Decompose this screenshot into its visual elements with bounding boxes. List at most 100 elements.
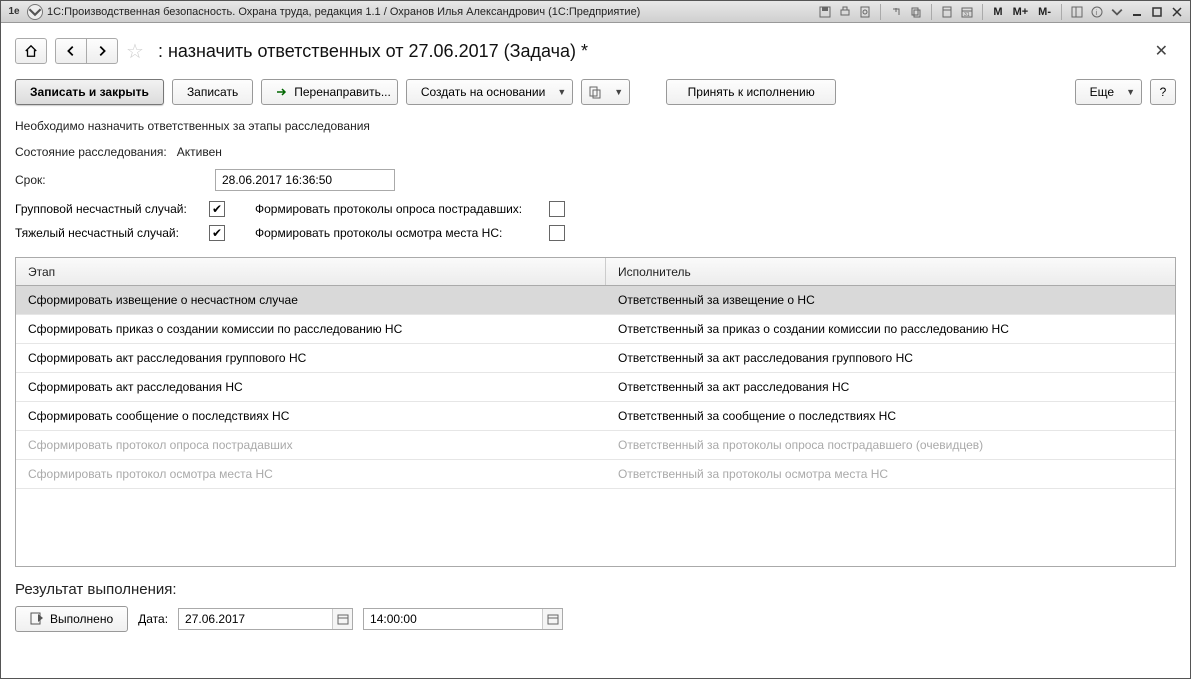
window-close-button[interactable]	[1168, 4, 1186, 20]
stages-table: Этап Исполнитель Сформировать извещение …	[15, 257, 1176, 567]
create-based-on-button[interactable]: Создать на основании ▼	[406, 79, 573, 105]
result-label: Результат выполнения:	[15, 581, 1176, 598]
save-and-close-button[interactable]: Записать и закрыть	[15, 79, 164, 105]
favorite-star-icon[interactable]: ☆	[126, 39, 144, 64]
print-icon[interactable]	[836, 4, 854, 20]
cell-stage: Сформировать сообщение о последствиях НС	[16, 409, 606, 423]
group-accident-checkbox[interactable]	[209, 201, 225, 217]
cell-stage: Сформировать акт расследования групповог…	[16, 351, 606, 365]
calculator-icon[interactable]	[938, 4, 956, 20]
form-vict-protocols-checkbox[interactable]	[549, 201, 565, 217]
deadline-row: Срок:	[15, 169, 1176, 191]
more-button[interactable]: Еще ▼	[1075, 79, 1142, 105]
memory-mplus-button[interactable]: M+	[1013, 6, 1029, 18]
calendar-icon[interactable]: 31	[958, 4, 976, 20]
done-label: Выполнено	[50, 612, 113, 626]
table-row[interactable]: Сформировать извещение о несчастном случ…	[16, 286, 1175, 315]
cell-exec: Ответственный за протоколы осмотра места…	[606, 467, 1175, 481]
options-dropdown-icon[interactable]	[1108, 4, 1126, 20]
done-button[interactable]: Выполнено	[15, 606, 128, 632]
header-row: ☆ : назначить ответственных от 27.06.201…	[15, 37, 1176, 65]
save-icon[interactable]	[816, 4, 834, 20]
minimize-button[interactable]	[1128, 4, 1146, 20]
time-input[interactable]	[363, 608, 563, 630]
system-menu-dropdown[interactable]	[27, 4, 43, 20]
table-row[interactable]: Сформировать приказ о создании комиссии …	[16, 315, 1175, 344]
deadline-input[interactable]	[215, 169, 395, 191]
checks-row-1: Групповой несчастный случай: Формировать…	[15, 201, 1176, 217]
cell-stage: Сформировать протокол осмотра места НС	[16, 467, 606, 481]
separator	[1061, 4, 1062, 20]
chevron-down-icon: ▼	[614, 87, 623, 97]
cell-exec: Ответственный за акт расследования НС	[606, 380, 1175, 394]
app-logo-icon: 1e	[5, 4, 23, 20]
help-button[interactable]: ?	[1150, 79, 1176, 105]
cell-stage: Сформировать протокол опроса пострадавши…	[16, 438, 606, 452]
app-window: 1e 1С:Производственная безопасность. Охр…	[0, 0, 1191, 679]
close-form-button[interactable]: ✕	[1147, 37, 1176, 65]
date-label: Дата:	[138, 612, 168, 626]
form-vict-protocols-label: Формировать протоколы опроса пострадавши…	[255, 202, 522, 216]
page-title: : назначить ответственных от 27.06.2017 …	[158, 41, 588, 62]
table-row[interactable]: Сформировать протокол опроса пострадавши…	[16, 431, 1175, 460]
link-icon[interactable]	[887, 4, 905, 20]
accept-button[interactable]: Принять к исполнению	[666, 79, 836, 105]
th-exec[interactable]: Исполнитель	[606, 258, 1175, 285]
content-area: ☆ : назначить ответственных от 27.06.201…	[1, 23, 1190, 678]
severe-accident-checkbox[interactable]	[209, 225, 225, 241]
checks-row-2: Тяжелый несчастный случай: Формировать п…	[15, 225, 1176, 241]
separator	[931, 4, 932, 20]
redirect-button[interactable]: Перенаправить...	[261, 79, 398, 105]
cell-exec: Ответственный за извещение о НС	[606, 293, 1175, 307]
memory-mminus-button[interactable]: M-	[1038, 6, 1051, 18]
form-site-protocols-label: Формировать протоколы осмотра места НС:	[255, 226, 502, 240]
date-input[interactable]	[178, 608, 353, 630]
svg-text:31: 31	[964, 12, 970, 18]
separator	[880, 4, 881, 20]
maximize-button[interactable]	[1148, 4, 1166, 20]
table-row[interactable]: Сформировать сообщение о последствиях НС…	[16, 402, 1175, 431]
home-button[interactable]	[15, 38, 47, 64]
calendar-picker-icon[interactable]	[542, 609, 562, 629]
redirect-label: Перенаправить...	[294, 85, 391, 99]
memory-m-button[interactable]: M	[993, 6, 1002, 18]
attachment-icon	[588, 85, 602, 99]
info-icon[interactable]: i	[1088, 4, 1106, 20]
severe-accident-label: Тяжелый несчастный случай:	[15, 226, 179, 240]
cell-stage: Сформировать акт расследования НС	[16, 380, 606, 394]
svg-text:i: i	[1096, 10, 1098, 17]
attachments-button[interactable]: ▼	[581, 79, 630, 105]
titlebar: 1e 1С:Производственная безопасность. Охр…	[1, 1, 1190, 23]
cell-exec: Ответственный за акт расследования групп…	[606, 351, 1175, 365]
table-body: Сформировать извещение о несчастном случ…	[16, 286, 1175, 566]
result-row: Выполнено Дата:	[15, 606, 1176, 632]
done-flag-icon	[30, 612, 44, 626]
status-label: Состояние расследования:	[15, 145, 167, 159]
preview-icon[interactable]	[856, 4, 874, 20]
group-accident-label: Групповой несчастный случай:	[15, 202, 187, 216]
create-based-label: Создать на основании	[421, 85, 546, 99]
window-title: 1С:Производственная безопасность. Охрана…	[47, 6, 640, 18]
copy-icon[interactable]	[907, 4, 925, 20]
form-site-protocols-checkbox[interactable]	[549, 225, 565, 241]
forward-button[interactable]	[86, 38, 118, 64]
th-stage[interactable]: Этап	[16, 258, 606, 285]
table-row[interactable]: Сформировать акт расследования групповог…	[16, 344, 1175, 373]
toolbar: Записать и закрыть Записать Перенаправит…	[15, 79, 1176, 105]
cell-exec: Ответственный за протоколы опроса постра…	[606, 438, 1175, 452]
chevron-down-icon: ▼	[1126, 87, 1135, 97]
table-header: Этап Исполнитель	[16, 258, 1175, 286]
description-text: Необходимо назначить ответственных за эт…	[15, 119, 1176, 133]
cell-stage: Сформировать приказ о создании комиссии …	[16, 322, 606, 336]
calendar-picker-icon[interactable]	[332, 609, 352, 629]
save-button[interactable]: Записать	[172, 79, 253, 105]
back-button[interactable]	[55, 38, 86, 64]
cell-stage: Сформировать извещение о несчастном случ…	[16, 293, 606, 307]
status-row: Состояние расследования: Активен	[15, 145, 1176, 159]
table-row[interactable]: Сформировать акт расследования НСОтветст…	[16, 373, 1175, 402]
panels-icon[interactable]	[1068, 4, 1086, 20]
deadline-label: Срок:	[15, 173, 205, 187]
table-row[interactable]: Сформировать протокол осмотра места НСОт…	[16, 460, 1175, 489]
redirect-arrow-icon	[276, 86, 288, 98]
cell-exec: Ответственный за сообщение о последствия…	[606, 409, 1175, 423]
